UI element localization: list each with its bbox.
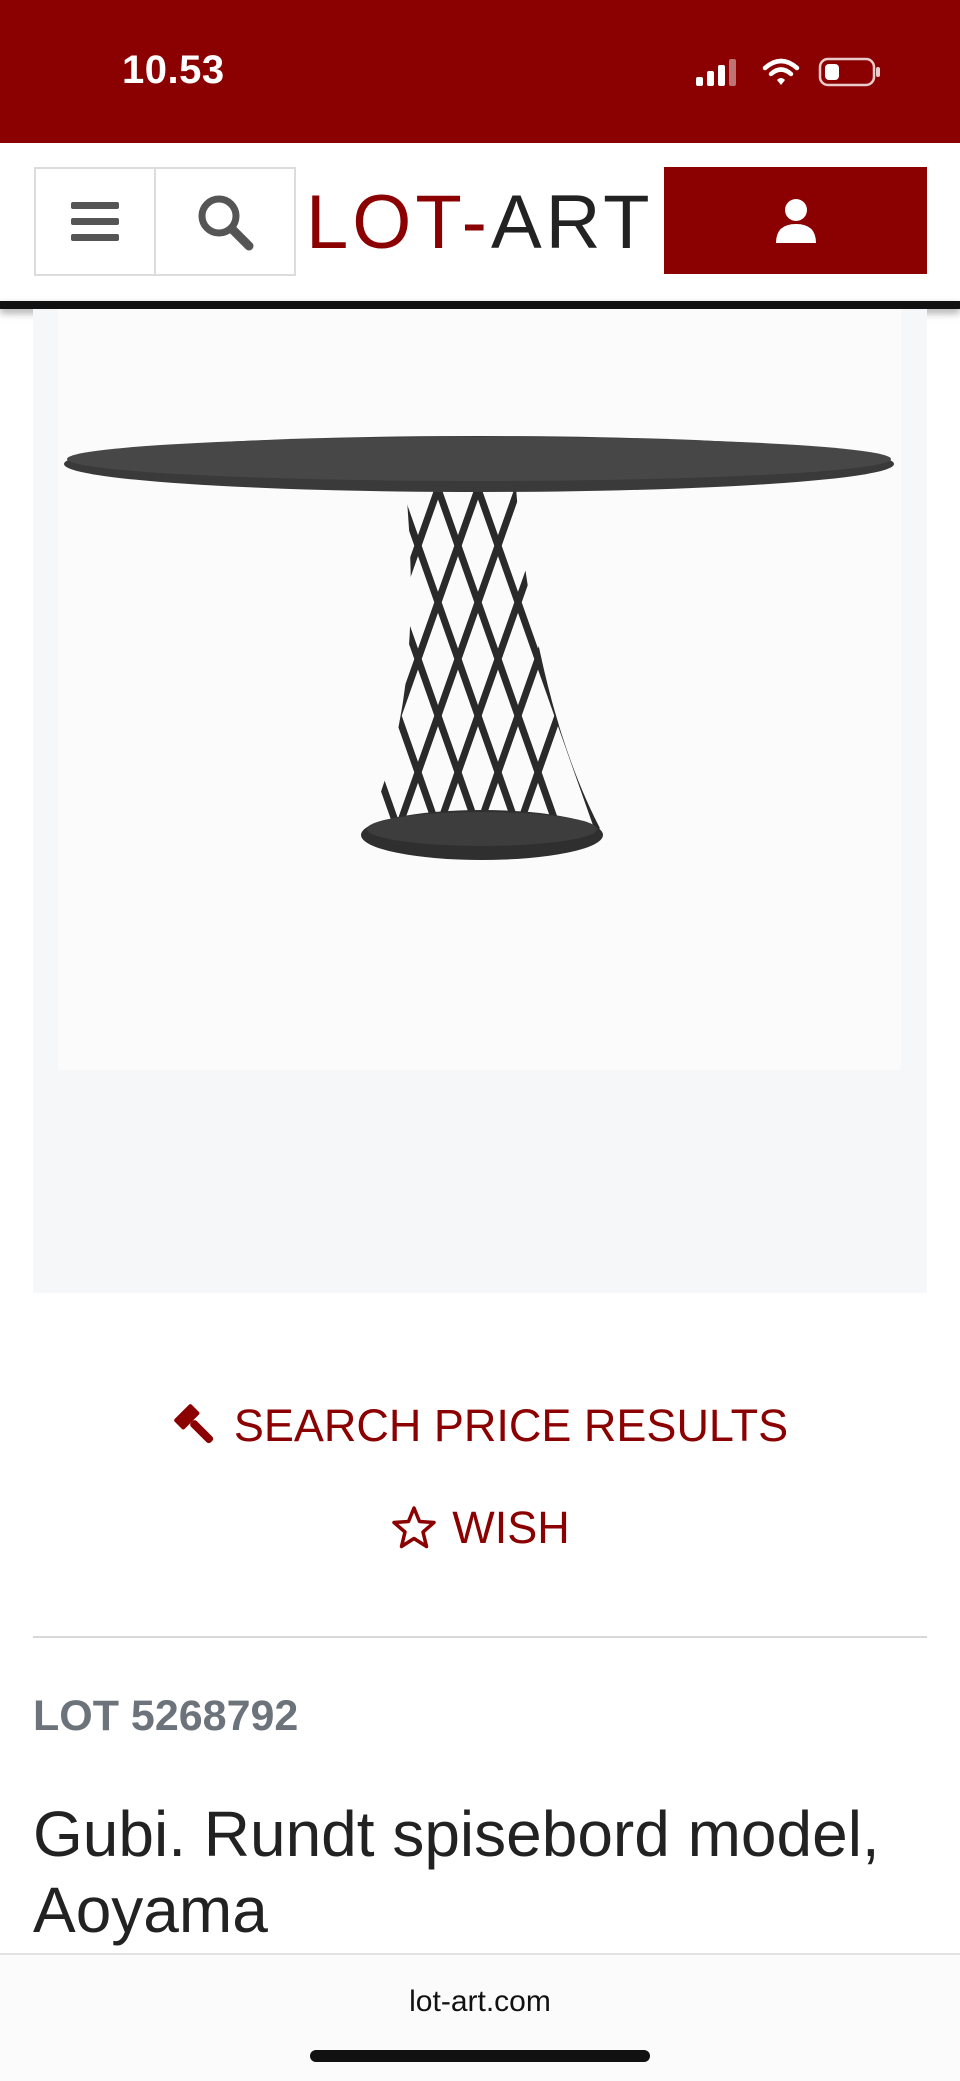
- product-image[interactable]: [58, 309, 901, 1070]
- logo-art: ART: [490, 180, 654, 265]
- signal-icon: [696, 59, 736, 86]
- battery-icon: [818, 57, 880, 87]
- home-indicator[interactable]: [310, 2050, 650, 2062]
- search-button[interactable]: [154, 167, 296, 276]
- header-divider: [0, 301, 960, 309]
- logo-dash: -: [461, 180, 491, 265]
- status-icons: [694, 52, 882, 92]
- section-divider: [33, 1636, 927, 1638]
- menu-button[interactable]: [34, 167, 156, 276]
- status-time: 10.53: [122, 48, 225, 92]
- site-logo[interactable]: LOT-ART: [306, 178, 654, 268]
- hamburger-icon: [71, 201, 119, 241]
- wish-label: WISH: [452, 1502, 570, 1553]
- account-button[interactable]: [664, 167, 927, 274]
- status-bar: 10.53: [0, 0, 960, 143]
- wifi-icon: [762, 58, 800, 85]
- star-icon: [392, 1506, 436, 1549]
- user-icon: [775, 198, 816, 243]
- lot-number: LOT 5268792: [33, 1692, 299, 1740]
- search-price-results-label: SEARCH PRICE RESULTS: [233, 1400, 789, 1451]
- browser-url[interactable]: lot-art.com: [0, 1985, 960, 2019]
- search-icon: [198, 195, 254, 250]
- gavel-icon: [174, 1404, 213, 1444]
- logo-lot: LOT: [306, 180, 462, 265]
- wish-link[interactable]: WISH: [0, 1500, 960, 1556]
- table-illustration: [64, 436, 894, 860]
- search-price-results-link[interactable]: SEARCH PRICE RESULTS: [0, 1398, 960, 1454]
- lot-title: Gubi. Rundt spisebord model, Aoyama: [33, 1798, 880, 1946]
